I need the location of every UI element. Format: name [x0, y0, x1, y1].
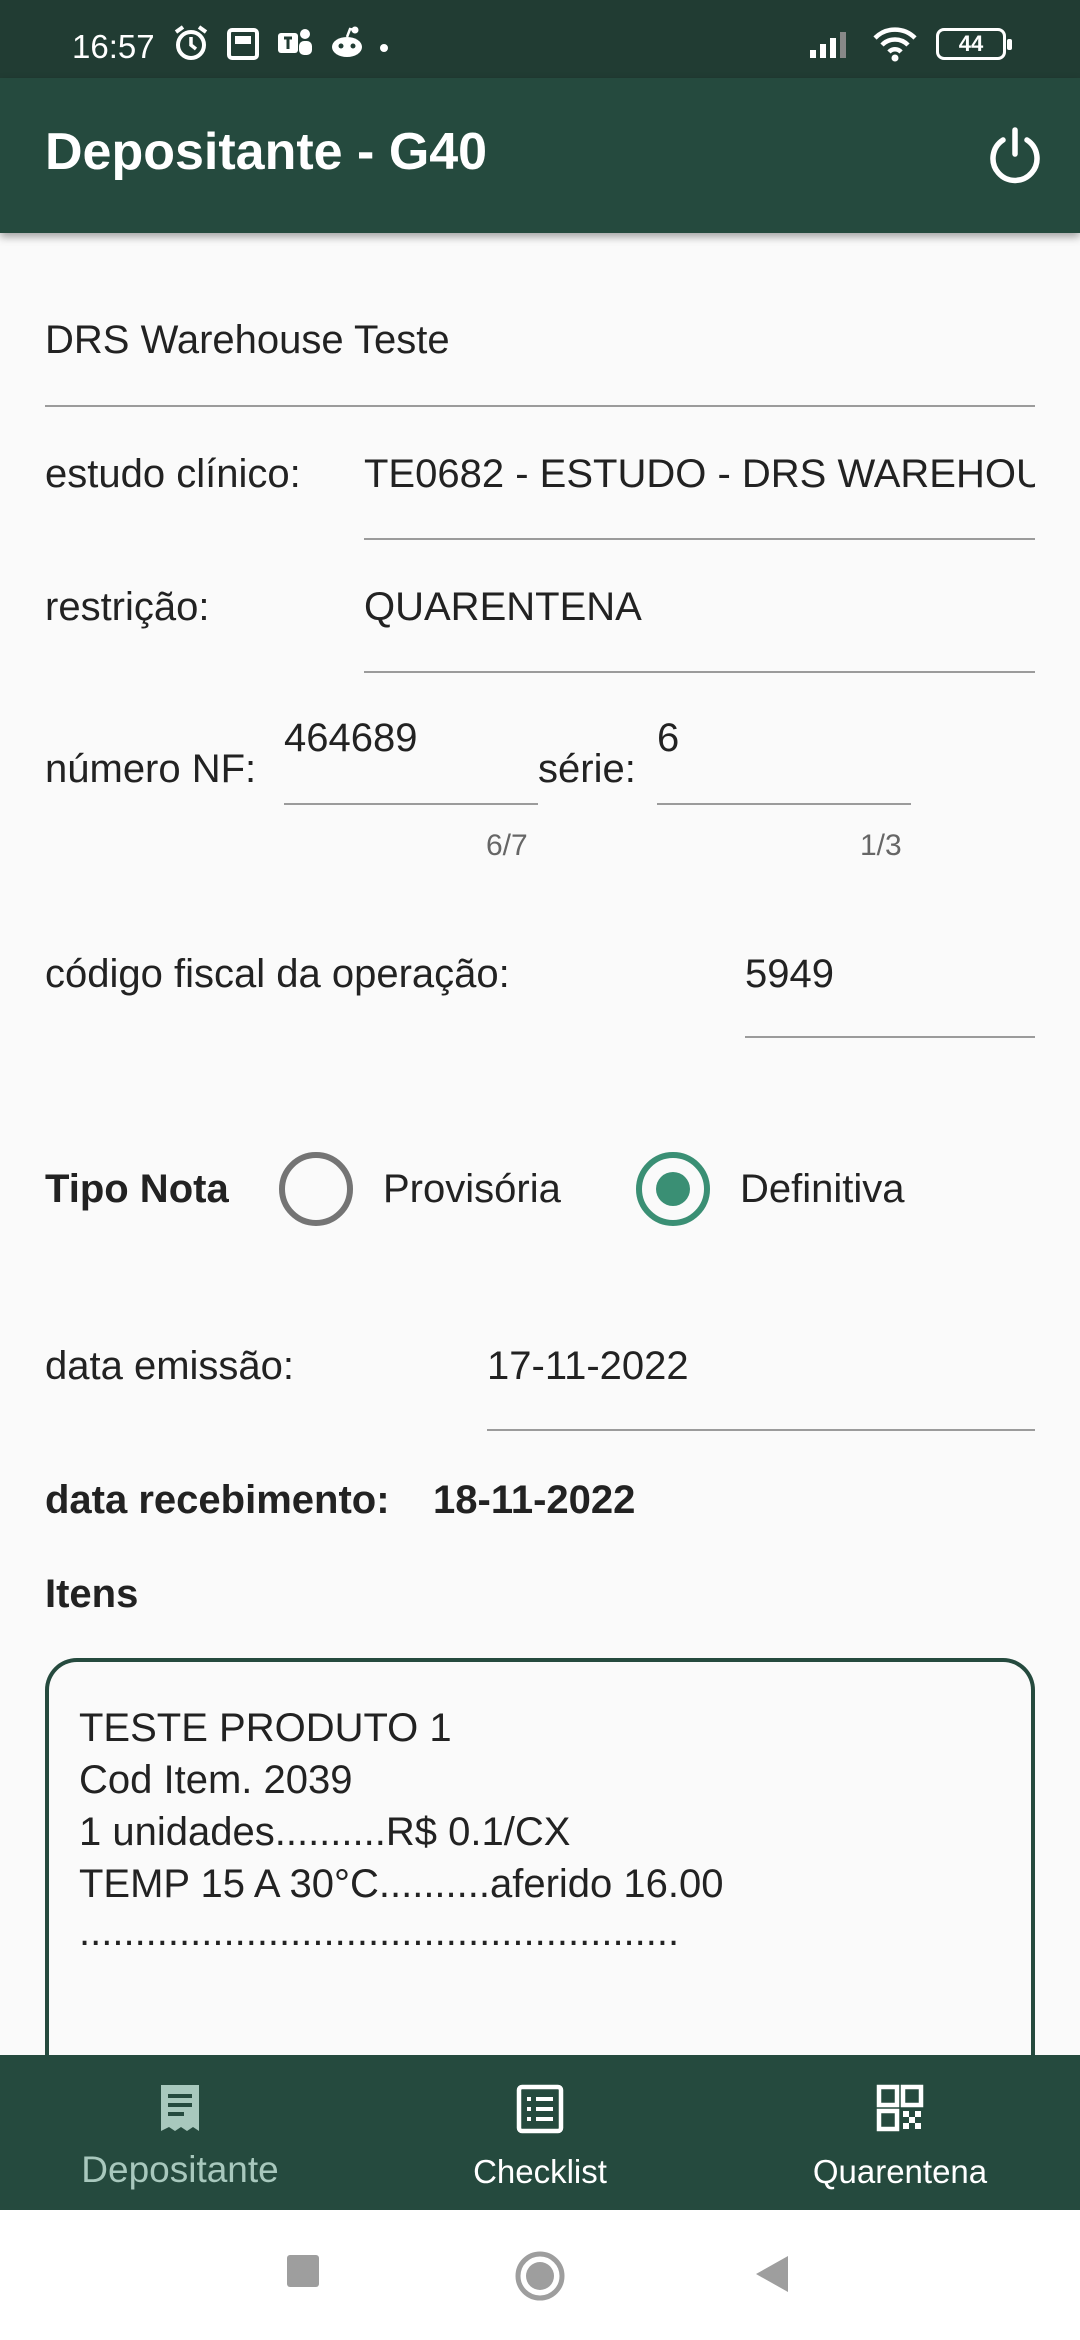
serie-input[interactable]: 6: [657, 716, 679, 761]
tipo-nota-label: Tipo Nota: [45, 1167, 229, 1211]
radio-provisoria[interactable]: [279, 1152, 353, 1226]
home-icon[interactable]: [514, 2250, 566, 2302]
depositor-name: DRS Warehouse Teste: [45, 318, 450, 362]
serie-label: série:: [538, 747, 636, 791]
nf-input[interactable]: 464689: [284, 716, 417, 761]
recents-icon[interactable]: [285, 2253, 321, 2289]
bottom-navigation: Depositante Checklist Quarentena: [0, 2055, 1080, 2210]
study-underline: [364, 538, 1035, 540]
item-separator: ........................................…: [79, 1910, 680, 1954]
nf-underline: [284, 803, 538, 805]
restriction-label: restrição:: [45, 585, 210, 629]
nf-counter: 6/7: [486, 829, 528, 862]
item-code: Cod Item. 2039: [79, 1758, 353, 1802]
reddit-icon: [328, 24, 366, 62]
study-label: estudo clínico:: [45, 452, 301, 496]
emissao-label: data emissão:: [45, 1344, 295, 1388]
nav-depositante-label: Depositante: [81, 2149, 279, 2190]
emissao-input[interactable]: 17-11-2022: [487, 1344, 689, 1389]
checklist-icon: [516, 2084, 564, 2134]
serie-counter: 1/3: [860, 829, 902, 862]
status-time: 16:57: [72, 28, 155, 65]
recebimento-value: 18-11-2022: [433, 1478, 636, 1522]
emissao-underline: [487, 1429, 1035, 1431]
cfop-label: código fiscal da operação:: [45, 952, 510, 996]
depositor-underline: [45, 405, 1035, 407]
study-field[interactable]: TE0682 - ESTUDO - DRS WAREHOUSE: [364, 452, 1035, 497]
nav-depositante[interactable]: Depositante: [0, 2055, 360, 2210]
nav-quarentena-label: Quarentena: [812, 2153, 988, 2190]
power-icon[interactable]: [985, 126, 1045, 186]
alarm-icon: [172, 24, 210, 62]
radio-definitiva[interactable]: [636, 1152, 710, 1226]
nav-quarentena[interactable]: Quarentena: [720, 2055, 1080, 2210]
cfop-input[interactable]: 5949: [745, 952, 834, 997]
battery-icon: 44: [936, 28, 1012, 60]
system-status-icons: 44: [808, 26, 1012, 62]
qr-code-icon: [876, 2084, 924, 2132]
calendar-icon: [224, 24, 262, 62]
status-bar: 16:57 44: [0, 0, 1080, 78]
item-quantity-price: 1 unidades..........R$ 0.1/CX: [79, 1810, 571, 1854]
app-bar: Depositante - G40: [0, 78, 1080, 233]
nf-label: número NF:: [45, 747, 257, 791]
signal-icon: [810, 32, 846, 58]
itens-heading: Itens: [45, 1572, 139, 1616]
page-title: Depositante - G40: [45, 123, 488, 181]
radio-definitiva-label[interactable]: Definitiva: [740, 1167, 905, 1212]
radio-provisoria-label[interactable]: Provisória: [383, 1167, 561, 1212]
cfop-underline: [745, 1036, 1035, 1038]
serie-underline: [657, 803, 911, 805]
more-notifications-dot: [380, 44, 388, 52]
items-card[interactable]: TESTE PRODUTO 1 Cod Item. 2039 1 unidade…: [45, 1658, 1035, 2058]
restriction-underline: [364, 671, 1035, 673]
recebimento-label: data recebimento:: [45, 1478, 390, 1522]
nav-checklist[interactable]: Checklist: [360, 2055, 720, 2210]
teams-icon: [276, 24, 314, 62]
system-navigation-bar: [0, 2210, 1080, 2340]
battery-level: 44: [958, 31, 984, 56]
notification-icons: [172, 24, 366, 62]
item-name: TESTE PRODUTO 1: [79, 1706, 452, 1750]
item-temperature: TEMP 15 A 30°C..........aferido 16.00: [79, 1862, 724, 1906]
nav-checklist-label: Checklist: [473, 2153, 607, 2190]
restriction-field[interactable]: QUARENTENA: [364, 585, 642, 630]
wifi-icon: [873, 27, 917, 62]
receipt-icon: [161, 2085, 199, 2131]
back-icon[interactable]: [754, 2254, 790, 2294]
